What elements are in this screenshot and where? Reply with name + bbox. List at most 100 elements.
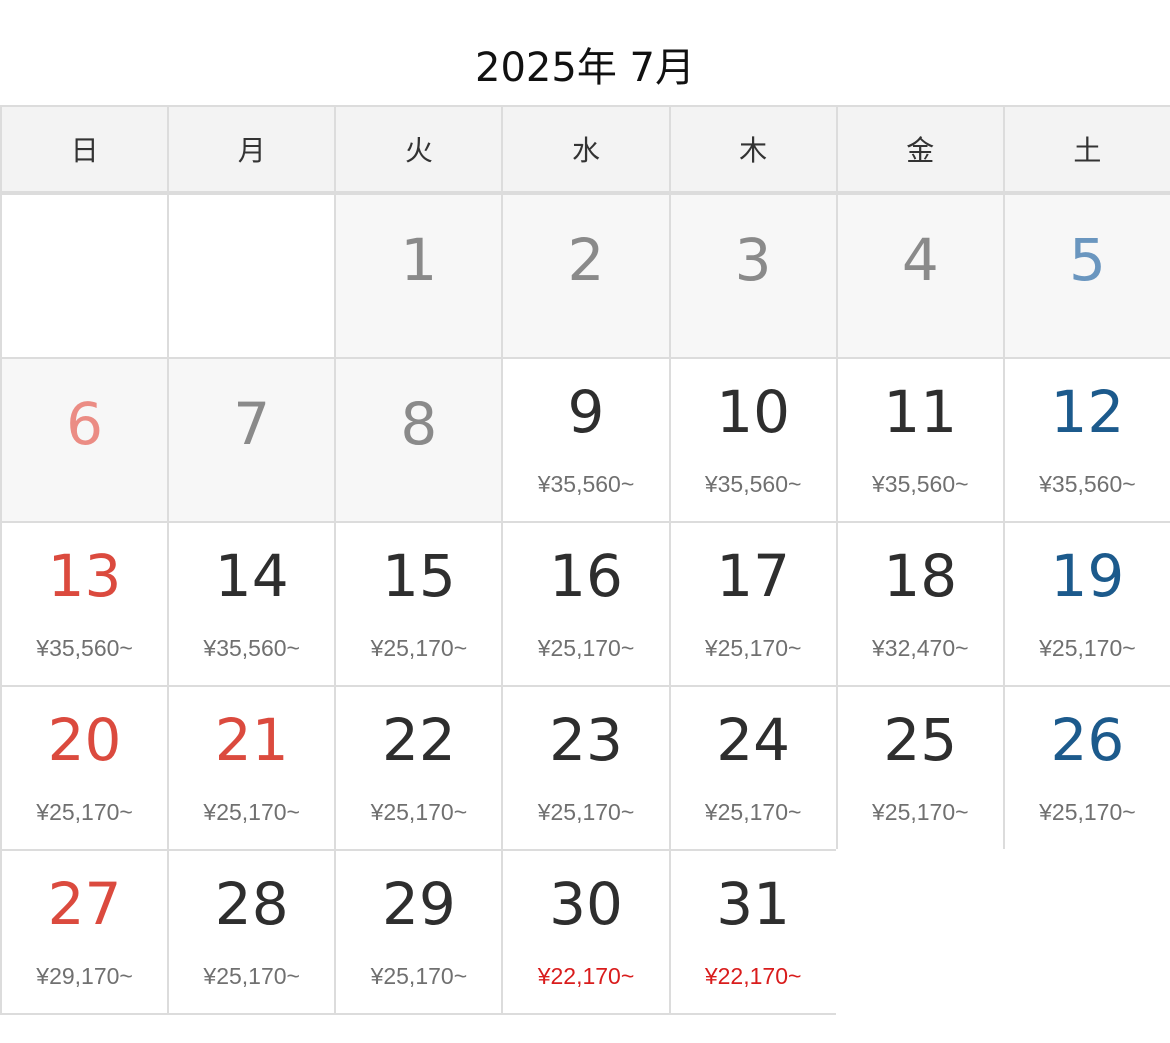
- day-number: 9: [567, 378, 605, 446]
- empty-day-cell: [1002, 849, 1170, 1015]
- day-number: 2: [567, 226, 605, 294]
- weekday-label: 日: [70, 134, 99, 167]
- weekday-header-tue: 火: [334, 105, 504, 193]
- day-cell-2: 2: [501, 193, 671, 359]
- day-cell-28[interactable]: 28 ¥25,170~: [167, 849, 337, 1015]
- day-price: ¥25,170~: [203, 799, 300, 825]
- day-price: ¥25,170~: [537, 635, 635, 661]
- day-price: ¥25,170~: [370, 963, 468, 989]
- day-price: ¥25,170~: [871, 799, 969, 825]
- day-price: ¥35,560~: [36, 635, 133, 661]
- day-number: 1: [400, 226, 438, 294]
- day-price: ¥25,170~: [1039, 635, 1136, 661]
- day-number: 14: [214, 542, 289, 610]
- week-row: 1 2 3 4 5: [0, 193, 1170, 359]
- day-number: 11: [883, 378, 958, 446]
- week-row: 20 ¥25,170~ 21 ¥25,170~ 22 ¥25,170~ 23 ¥25,170~…: [0, 685, 1170, 851]
- day-price: ¥25,170~: [370, 635, 468, 661]
- day-number: 12: [1050, 378, 1125, 446]
- weekday-label: 土: [1073, 134, 1102, 167]
- day-cell-27[interactable]: 27 ¥29,170~: [0, 849, 170, 1015]
- day-cell-3: 3: [668, 193, 838, 359]
- day-number: 16: [549, 542, 623, 610]
- day-price: ¥35,560~: [871, 471, 969, 497]
- day-cell-5: 5: [1002, 193, 1170, 359]
- day-number: 31: [716, 870, 791, 938]
- day-cell-4: 4: [835, 193, 1005, 359]
- day-price: ¥25,170~: [704, 799, 802, 825]
- day-price: ¥25,170~: [537, 799, 635, 825]
- day-number: 3: [734, 226, 772, 294]
- day-price: ¥22,170~: [537, 963, 635, 989]
- day-cell-10[interactable]: 10 ¥35,560~: [668, 357, 838, 523]
- day-number: 24: [716, 706, 791, 774]
- day-number: 6: [66, 390, 104, 458]
- day-cell-22[interactable]: 22 ¥25,170~: [334, 685, 504, 851]
- day-cell-1: 1: [334, 193, 504, 359]
- day-cell-9[interactable]: 9 ¥35,560~: [501, 357, 671, 523]
- day-price: ¥35,560~: [704, 471, 802, 497]
- day-number: 15: [381, 542, 456, 610]
- day-cell-6: 6: [0, 357, 170, 523]
- day-number: 27: [47, 870, 122, 938]
- month-title: 2025年 7月: [475, 45, 695, 91]
- day-cell-20[interactable]: 20 ¥25,170~: [0, 685, 170, 851]
- day-price: ¥25,170~: [1039, 799, 1136, 825]
- day-number: 8: [400, 390, 438, 458]
- day-cell-25[interactable]: 25 ¥25,170~: [835, 685, 1005, 851]
- day-number: 30: [549, 870, 623, 938]
- day-number: 19: [1050, 542, 1125, 610]
- day-cell-13[interactable]: 13 ¥35,560~: [0, 521, 170, 687]
- day-number: 18: [883, 542, 958, 610]
- week-row: 6 7 8 9 ¥35,560~ 10 ¥35,560~ 11 ¥35,560~ 12 ¥35,56…: [0, 357, 1170, 523]
- weekday-header-row: 日 月 火 水 木金 土: [0, 105, 1170, 193]
- day-cell-18[interactable]: 18 ¥32,470~: [835, 521, 1005, 687]
- day-cell-12[interactable]: 12 ¥35,560~: [1002, 357, 1170, 523]
- day-cell-31[interactable]: 31 ¥22,170~: [668, 849, 838, 1015]
- day-number: 10: [716, 378, 791, 446]
- weekday-header-sun: 日: [0, 105, 170, 193]
- day-number: 25: [883, 706, 958, 774]
- day-price: ¥25,170~: [203, 963, 300, 989]
- day-number: 7: [233, 390, 271, 458]
- weekday-header-fri: 金: [835, 105, 1005, 193]
- day-price: ¥35,560~: [1039, 471, 1136, 497]
- day-number: 5: [1068, 226, 1106, 294]
- day-number: 21: [214, 706, 289, 774]
- weekday-header-thu: 木: [668, 105, 838, 193]
- day-cell-26[interactable]: 26 ¥25,170~: [1002, 685, 1170, 851]
- weekday-label: 月: [237, 134, 266, 167]
- day-price: ¥25,170~: [370, 799, 468, 825]
- day-number: 13: [47, 542, 122, 610]
- day-cell-11[interactable]: 11 ¥35,560~: [835, 357, 1005, 523]
- day-cell-29[interactable]: 29 ¥25,170~: [334, 849, 504, 1015]
- day-cell-14[interactable]: 14 ¥35,560~: [167, 521, 337, 687]
- day-price: ¥22,170~: [704, 963, 802, 989]
- day-cell-7: 7: [167, 357, 337, 523]
- day-number: 22: [381, 706, 456, 774]
- day-price: ¥35,560~: [203, 635, 300, 661]
- day-number: 28: [214, 870, 289, 938]
- day-cell-24[interactable]: 24 ¥25,170~: [668, 685, 838, 851]
- day-price: ¥32,470~: [871, 635, 969, 661]
- weekday-label: 水: [571, 134, 600, 167]
- day-cell-17[interactable]: 17 ¥25,170~: [668, 521, 838, 687]
- day-price: ¥25,170~: [704, 635, 802, 661]
- day-price: ¥25,170~: [36, 799, 133, 825]
- day-cell-21[interactable]: 21 ¥25,170~: [167, 685, 337, 851]
- day-cell-15[interactable]: 15 ¥25,170~: [334, 521, 504, 687]
- empty-day-cell: [0, 193, 170, 359]
- day-price: ¥29,170~: [36, 963, 133, 989]
- day-cell-19[interactable]: 19 ¥25,170~: [1002, 521, 1170, 687]
- day-number: 26: [1050, 706, 1125, 774]
- day-cell-16[interactable]: 16 ¥25,170~: [501, 521, 671, 687]
- week-row: 27 ¥29,170~ 28 ¥25,170~ 29 ¥25,170~ 30 ¥22,170~…: [0, 849, 1170, 1015]
- day-number: 4: [901, 226, 939, 294]
- day-cell-23[interactable]: 23 ¥25,170~: [501, 685, 671, 851]
- day-price: ¥35,560~: [537, 471, 635, 497]
- day-number: 29: [381, 870, 456, 938]
- day-cell-30[interactable]: 30 ¥22,170~: [501, 849, 671, 1015]
- day-number: 23: [549, 706, 623, 774]
- weekday-header-wed: 水: [501, 105, 671, 193]
- week-row: 13 ¥35,560~ 14 ¥35,560~ 15 ¥25,170~ 16 ¥25,170~…: [0, 521, 1170, 687]
